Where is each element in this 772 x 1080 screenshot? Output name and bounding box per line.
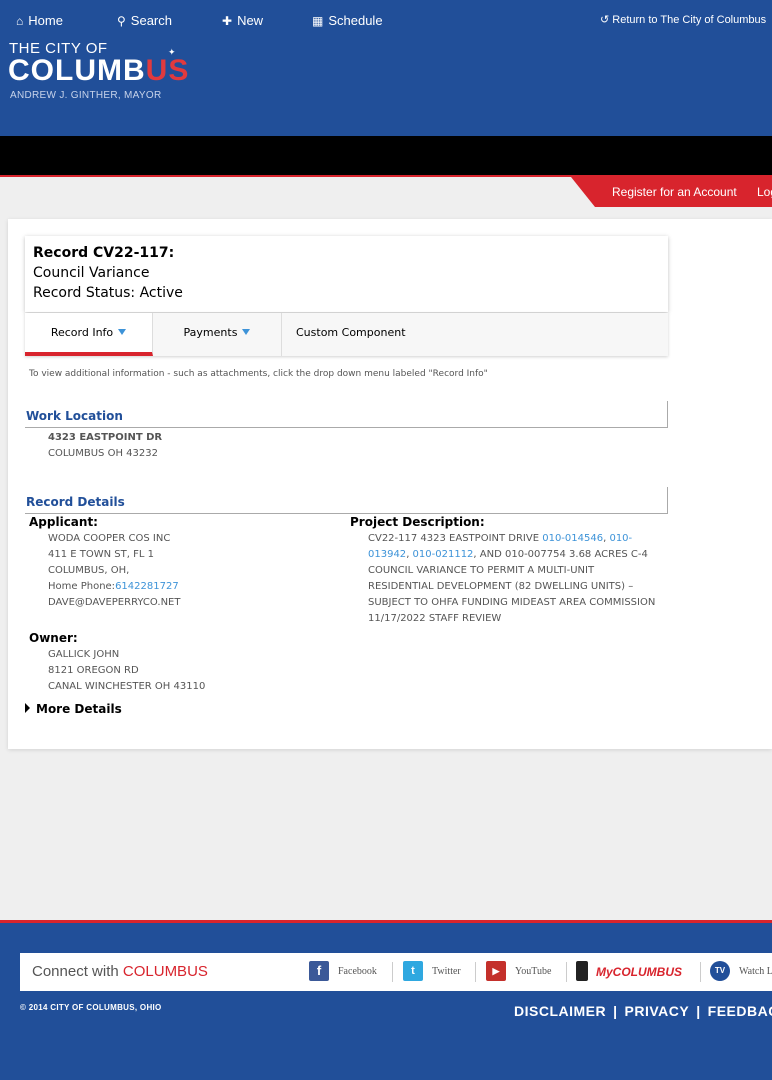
project-line-2: 013942, 010-021112, AND 010-007754 3.68 …	[368, 549, 648, 560]
footer-separator: |	[613, 1003, 618, 1019]
nav-search[interactable]: ⚲ Search	[117, 0, 172, 39]
tab-record-info-label: Record Info	[50, 326, 114, 339]
logo-line2: COLUMBUS	[8, 54, 189, 88]
youtube-icon[interactable]: ▶	[486, 961, 506, 981]
mycolumbus-link[interactable]: MyCOLUMBUS	[596, 953, 682, 991]
owner-label: Owner:	[29, 631, 78, 645]
footer-links: DISCLAIMER | PRIVACY | FEEDBACK	[514, 1003, 772, 1019]
nav-search-label: Search	[130, 13, 172, 28]
work-location-city: COLUMBUS OH 43232	[48, 448, 158, 459]
caret-down-icon	[118, 329, 127, 335]
logo-columb: COLUMB	[8, 54, 146, 87]
home-icon: ⌂	[16, 14, 24, 28]
owner-address: 8121 OREGON RD	[48, 665, 139, 676]
work-location-header: Work Location	[25, 401, 668, 428]
applicant-phone-row: Home Phone:6142281727	[48, 581, 179, 592]
site-footer	[0, 923, 772, 1080]
connect-bar: Connect with COLUMBUS f Facebook t Twitt…	[20, 953, 772, 991]
nav-new[interactable]: ✚ New	[222, 0, 263, 39]
phone-icon[interactable]	[576, 961, 588, 981]
applicant-address: 411 E TOWN ST, FL 1	[48, 549, 154, 560]
twitter-link[interactable]: Twitter	[432, 953, 461, 991]
connect-brand: COLUMBUS	[122, 963, 208, 980]
footer-separator: |	[696, 1003, 701, 1019]
connect-title: Connect with COLUMBUS	[32, 953, 208, 990]
nav-return-label: Return to The City of Columbus	[612, 14, 767, 26]
record-header-card: Record CV22-117: Council Variance Record…	[25, 236, 668, 312]
project-line-5: SUBJECT TO OHFA FUNDING MIDEAST AREA COM…	[368, 597, 656, 608]
main-nav	[0, 136, 772, 175]
facebook-icon[interactable]: f	[309, 961, 329, 981]
owner-city: CANAL WINCHESTER OH 43110	[48, 681, 206, 692]
twitter-icon[interactable]: t	[403, 961, 423, 981]
applicant-city: COLUMBUS, OH,	[48, 565, 130, 576]
more-details-toggle[interactable]: More Details	[25, 702, 122, 716]
star-icon: ✦	[168, 48, 176, 58]
logo-us: US	[145, 54, 190, 87]
copyright: © 2014 CITY OF COLUMBUS, OHIO	[20, 1003, 162, 1012]
project-text: CV22-117 4323 EASTPOINT DRIVE	[368, 533, 543, 544]
search-icon: ⚲	[117, 14, 126, 28]
tab-payments-label: Payments	[183, 326, 238, 339]
social-separator	[475, 962, 476, 982]
record-type: Council Variance	[33, 265, 150, 281]
applicant-email: DAVE@DAVEPERRYCO.NET	[48, 597, 181, 608]
watch-live-link[interactable]: Watch Live	[739, 953, 772, 991]
nav-new-label: New	[237, 13, 264, 28]
social-separator	[700, 962, 701, 982]
parcel-link[interactable]: 010-	[609, 533, 632, 544]
triangle-right-icon	[25, 703, 30, 713]
work-location-title: Work Location	[26, 409, 123, 423]
caret-down-icon	[242, 329, 251, 335]
record-details-header: Record Details	[25, 487, 668, 514]
applicant-name: WODA COOPER COS INC	[48, 533, 171, 544]
owner-name: GALLICK JOHN	[48, 649, 120, 660]
tab-custom-component[interactable]: Custom Component	[282, 313, 668, 356]
project-line-1: CV22-117 4323 EASTPOINT DRIVE 010-014546…	[368, 533, 632, 544]
work-location-address: 4323 EASTPOINT DR	[48, 432, 163, 443]
nav-schedule-label: Schedule	[328, 13, 383, 28]
facebook-link[interactable]: Facebook	[338, 953, 377, 991]
record-id: Record CV22-117:	[33, 245, 175, 261]
phone-label: Home Phone:	[48, 581, 116, 592]
parcel-link[interactable]: 010-014546	[542, 533, 603, 544]
login-link[interactable]: Login	[757, 177, 772, 207]
parcel-link[interactable]: 010-021112	[413, 549, 474, 560]
phone-link[interactable]: 6142281727	[115, 581, 179, 592]
project-text: , AND 010-007754 3.68 ACRES C-4	[473, 549, 648, 560]
nav-schedule[interactable]: ▦ Schedule	[312, 0, 383, 39]
applicant-label: Applicant:	[29, 515, 98, 529]
social-separator	[392, 962, 393, 982]
calendar-icon: ▦	[312, 14, 324, 28]
nav-home-label: Home	[28, 13, 63, 28]
tv-icon[interactable]: TV	[710, 961, 730, 981]
project-line-6: 11/17/2022 STAFF REVIEW	[368, 613, 502, 624]
tab-payments[interactable]: Payments	[153, 313, 282, 356]
tab-record-info[interactable]: Record Info	[25, 313, 153, 356]
project-line-4: RESIDENTIAL DEVELOPMENT (82 DWELLING UNI…	[368, 581, 634, 592]
record-tabs: Record Info Payments Custom Component	[25, 313, 668, 356]
project-description-label: Project Description:	[350, 515, 485, 529]
feedback-link[interactable]: FEEDBACK	[708, 1003, 772, 1019]
more-details-label: More Details	[36, 702, 122, 716]
logo-mayor: ANDREW J. GINTHER, MAYOR	[10, 90, 162, 101]
project-line-3: COUNCIL VARIANCE TO PERMIT A MULTI-UNIT	[368, 565, 595, 576]
social-separator	[566, 962, 567, 982]
plus-icon: ✚	[222, 14, 233, 28]
youtube-link[interactable]: YouTube	[515, 953, 551, 991]
disclaimer-link[interactable]: DISCLAIMER	[514, 1003, 606, 1019]
privacy-link[interactable]: PRIVACY	[625, 1003, 690, 1019]
city-logo[interactable]: THE CITY OF COLUMBUS ✦ ANDREW J. GINTHER…	[8, 38, 208, 108]
tab-custom-component-label: Custom Component	[296, 326, 406, 339]
nav-return-link[interactable]: ↺ Return to The City of Columbus	[600, 0, 766, 39]
connect-prefix: Connect with	[32, 963, 123, 980]
hint-text: To view additional information - such as…	[29, 369, 488, 379]
parcel-link[interactable]: 013942	[368, 549, 406, 560]
nav-home[interactable]: ⌂ Home	[16, 0, 63, 39]
record-status: Record Status: Active	[33, 285, 183, 301]
undo-icon: ↺	[600, 14, 610, 26]
register-link[interactable]: Register for an Account	[612, 177, 737, 207]
record-details-title: Record Details	[26, 495, 125, 509]
